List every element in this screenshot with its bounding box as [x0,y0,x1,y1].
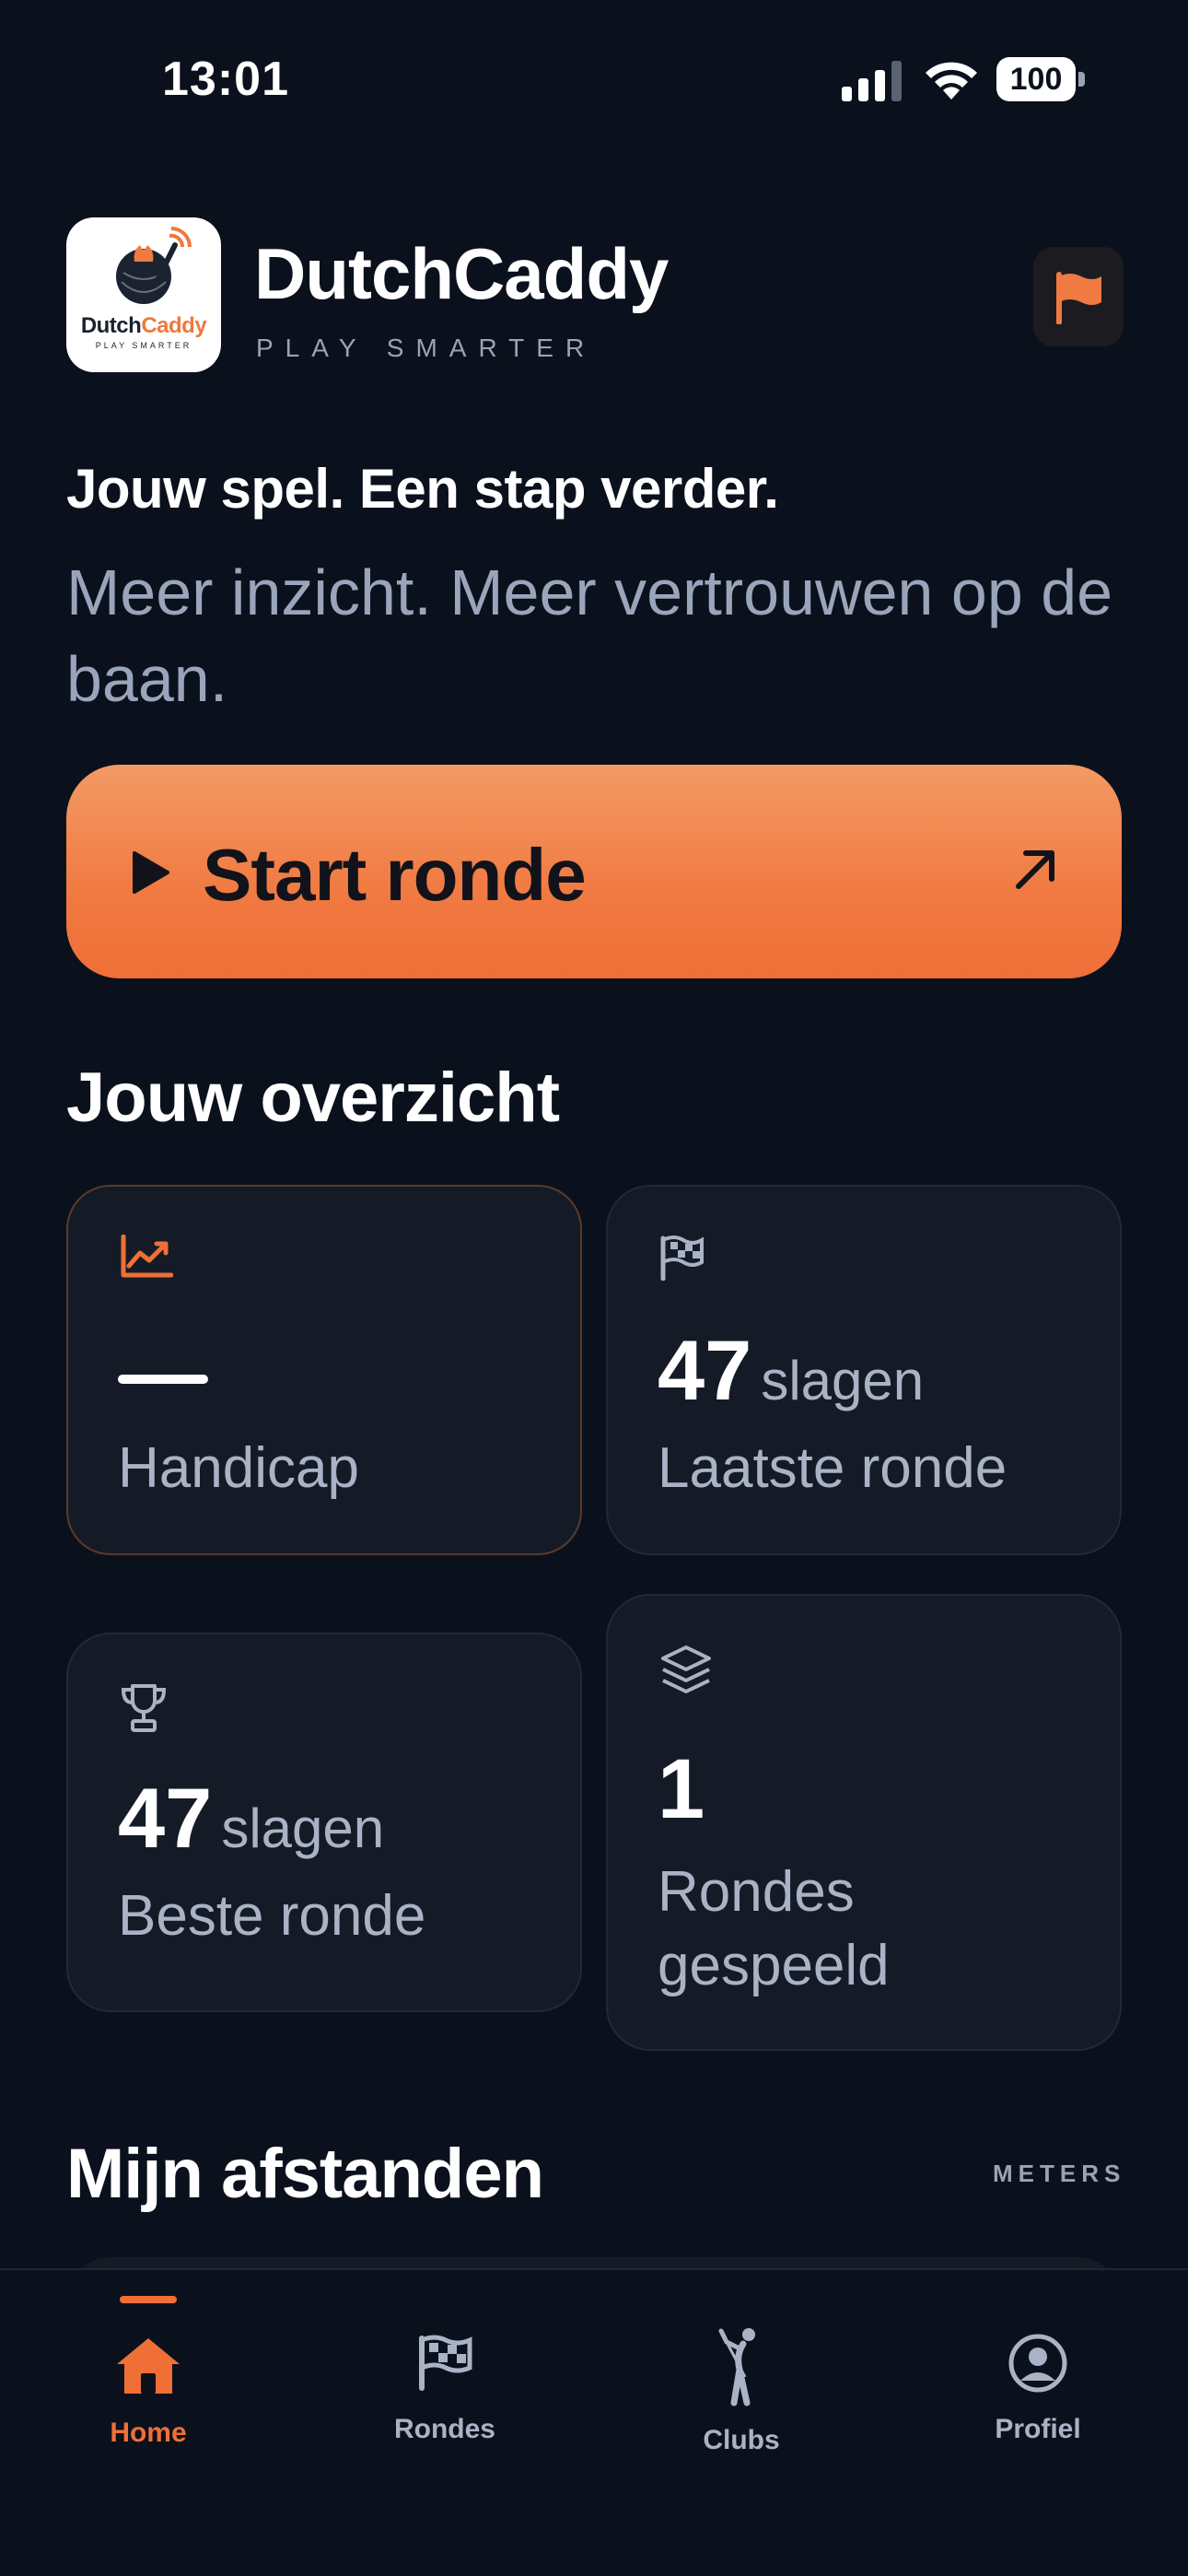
handicap-card[interactable]: Handicap [66,1185,582,1555]
status-time: 13:01 [162,53,289,106]
logo-wordmark: DutchCaddy [80,313,207,338]
last-round-unit: slagen [761,1350,925,1411]
flag-icon [1056,272,1101,324]
overview-title: Jouw overzicht [66,1059,560,1137]
wifi-icon [926,62,977,100]
tab-rondes-label: Rondes [393,2414,495,2444]
units-label: METERS [993,2160,1126,2187]
app-logo: DutchCaddy PLAY SMARTER [66,217,221,372]
tab-clubs-label: Clubs [703,2425,780,2455]
flag-button[interactable] [1033,247,1124,346]
handicap-empty-value [118,1375,208,1384]
home-screen: 13:01 100 DutchCaddy PLAY SMARTER DutchC… [0,0,1188,2576]
tab-home[interactable]: Home [0,2270,297,2482]
tab-rondes[interactable]: Rondes [297,2270,593,2482]
rounds-played-label-line1: Rondes [658,1860,855,1924]
checkered-flag-icon [419,2335,472,2391]
home-icon [117,2338,180,2394]
last-round-card[interactable]: 47 slagen Laatste ronde [606,1185,1122,1555]
battery-indicator: 100 [996,57,1085,101]
active-tab-indicator [120,2296,177,2303]
best-round-unit: slagen [221,1797,385,1859]
best-round-card[interactable]: 47 slagen Beste ronde [66,1633,582,2012]
chart-line-icon [121,1235,173,1278]
layers-icon [661,1645,711,1693]
rounds-played-label: Rondes gespeeld [658,1856,890,2003]
app-tagline: PLAY SMARTER [256,334,597,362]
tab-home-label: Home [110,2418,187,2448]
start-round-label: Start ronde [203,834,587,916]
golfer-icon [718,2328,755,2406]
best-round-value: 47 slagen [118,1772,385,1866]
start-round-button[interactable]: Start ronde [66,765,1122,978]
last-round-value: 47 slagen [658,1324,925,1418]
best-round-label: Beste ronde [118,1884,426,1948]
tab-clubs[interactable]: Clubs [593,2270,890,2482]
tab-profiel[interactable]: Profiel [890,2270,1186,2482]
logo-subtitle: PLAY SMARTER [95,341,192,350]
tab-profiel-label: Profiel [995,2414,1081,2444]
hero-title: Jouw spel. Een stap verder. [66,458,779,520]
rounds-played-card[interactable]: 1 Rondes gespeeld [606,1594,1122,2051]
battery-level: 100 [996,57,1076,101]
trophy-icon [121,1684,167,1732]
play-icon [133,851,169,894]
hero-subtitle: Meer inzicht. Meer vertrouwen op de baan… [66,556,1113,715]
last-round-label: Laatste ronde [658,1436,1007,1500]
golf-club-logo-icon [116,227,192,304]
arrow-up-right-icon [1016,850,1054,889]
rounds-played-value: 1 [658,1742,705,1836]
battery-nub [1078,72,1085,87]
checkered-flag-icon [660,1235,704,1281]
cellular-signal-icon [842,61,902,101]
profile-icon [1008,2334,1067,2393]
status-bar: 13:01 100 [0,0,1188,147]
tab-bar: Home Rondes Clubs Profiel [0,2268,1188,2576]
app-title: DutchCaddy [254,233,669,314]
handicap-label: Handicap [118,1436,359,1500]
distances-title: Mijn afstanden [66,2135,544,2213]
rounds-played-label-line2: gespeeld [658,1934,890,1997]
